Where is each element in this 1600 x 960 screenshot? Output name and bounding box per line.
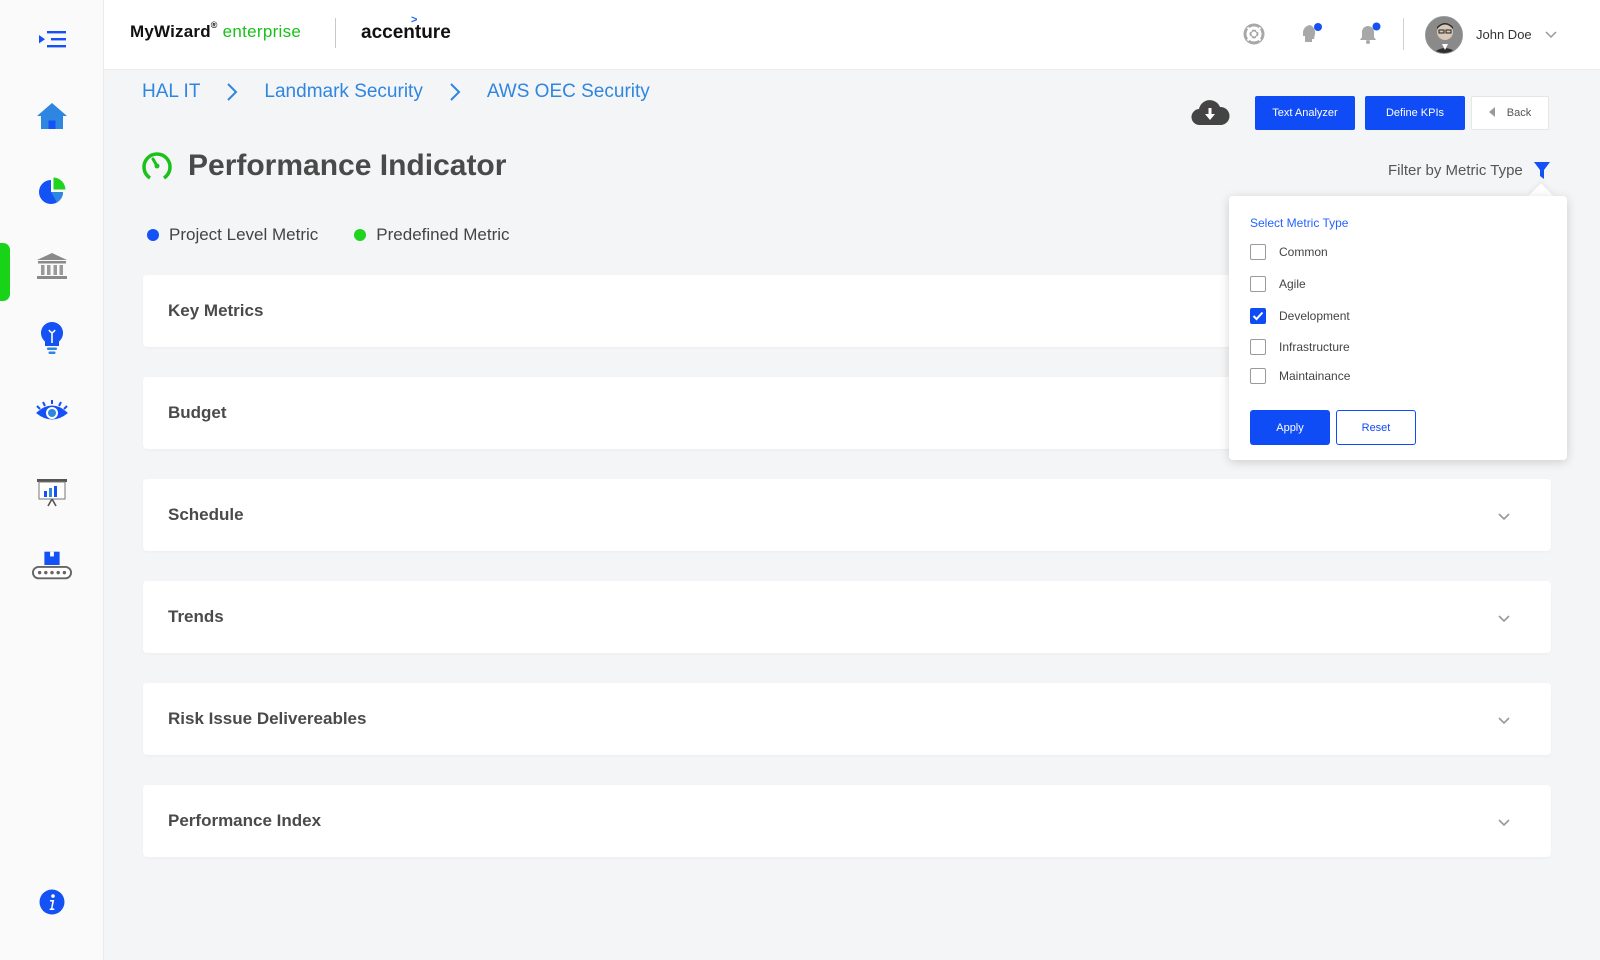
pie-chart-icon[interactable] [32,171,72,211]
panel-performance-index[interactable]: Performance Index [143,785,1551,857]
text-analyzer-button[interactable]: Text Analyzer [1255,96,1355,130]
brand-logo[interactable]: MyWizard® enterprise [130,20,301,42]
conveyor-icon[interactable] [32,545,72,585]
chevron-right-icon [226,82,238,102]
gauge-icon [140,149,174,188]
assistant-icon[interactable] [1300,22,1324,46]
legend-predefined-metric: Predefined Metric [354,225,510,245]
legend-dot-blue [147,229,159,241]
sidebar-active-indicator [0,243,10,301]
breadcrumb-item-hal-it[interactable]: HAL IT [142,81,200,103]
panel-schedule[interactable]: Schedule [143,479,1551,551]
top-header: MyWizard® enterprise > accenture John Do… [104,0,1600,70]
panel-risk-issue-deliverables[interactable]: Risk Issue Delivereables [143,683,1551,755]
caret-left-icon [1488,106,1495,120]
panel-title: Key Metrics [168,301,264,320]
checkbox[interactable] [1250,339,1266,355]
checkmark-icon [1252,311,1264,321]
option-label: Maintainance [1279,369,1351,383]
menu-toggle-icon[interactable] [32,19,72,59]
breadcrumb-item-aws-oec-security[interactable]: AWS OEC Security [487,81,650,103]
option-maintainance[interactable]: Maintainance [1250,368,1350,384]
user-avatar[interactable] [1425,16,1463,54]
legend-project-level-metric: Project Level Metric [147,225,318,245]
lightbulb-icon[interactable] [32,318,72,358]
cloud-download-icon[interactable] [1190,99,1230,132]
option-infrastructure[interactable]: Infrastructure [1250,339,1350,355]
reset-button[interactable]: Reset [1336,410,1416,445]
filter-by-metric-type[interactable]: Filter by Metric Type [1388,162,1523,179]
chevron-down-icon[interactable] [1544,27,1558,45]
breadcrumb-item-landmark-security[interactable]: Landmark Security [264,81,422,103]
checkbox[interactable] [1250,244,1266,260]
header-divider [1403,18,1404,50]
user-name[interactable]: John Doe [1476,27,1532,42]
option-label: Agile [1279,277,1306,291]
checkbox[interactable] [1250,368,1266,384]
metric-type-dropdown: Select Metric Type Common Agile Developm… [1229,196,1567,460]
metric-legend: Project Level Metric Predefined Metric [147,225,546,245]
option-label: Infrastructure [1279,340,1350,354]
sidebar [0,0,104,960]
presentation-chart-icon[interactable] [32,473,72,513]
notification-bell-icon[interactable] [1358,22,1382,46]
home-icon[interactable] [32,96,72,136]
option-development[interactable]: Development [1250,308,1350,324]
apply-button[interactable]: Apply [1250,410,1330,445]
support-icon[interactable] [1242,22,1266,46]
back-button-label: Back [1506,107,1532,119]
panel-title: Performance Index [168,811,322,830]
legend-dot-green [354,229,367,241]
option-label: Common [1279,245,1328,259]
option-label: Development [1279,309,1350,323]
chevron-down-icon[interactable] [1497,713,1511,731]
partner-logo: accenture [361,22,451,43]
info-icon[interactable] [32,882,72,922]
chevron-down-icon[interactable] [1497,509,1511,527]
dropdown-heading: Select Metric Type [1250,216,1349,230]
page-title: Performance Indicator [188,149,507,182]
chevron-down-icon[interactable] [1497,815,1511,833]
bank-icon[interactable] [32,246,72,286]
panel-title: Schedule [168,505,244,524]
panel-trends[interactable]: Trends [143,581,1551,653]
breadcrumb: HAL IT Landmark Security AWS OEC Securit… [142,81,650,103]
checkbox[interactable] [1250,276,1266,292]
option-common[interactable]: Common [1250,244,1328,260]
brand-divider [335,18,336,48]
panel-title: Trends [168,607,224,626]
panel-title: Budget [168,403,227,422]
option-agile[interactable]: Agile [1250,276,1306,292]
chevron-down-icon[interactable] [1497,611,1511,629]
panel-title: Risk Issue Delivereables [168,709,367,728]
define-kpis-button[interactable]: Define KPIs [1365,96,1465,130]
chevron-right-icon [449,82,461,102]
checkbox-checked[interactable] [1250,308,1266,324]
eye-icon[interactable] [32,392,72,432]
filter-icon[interactable] [1534,162,1550,185]
back-button[interactable]: Back [1471,96,1549,130]
